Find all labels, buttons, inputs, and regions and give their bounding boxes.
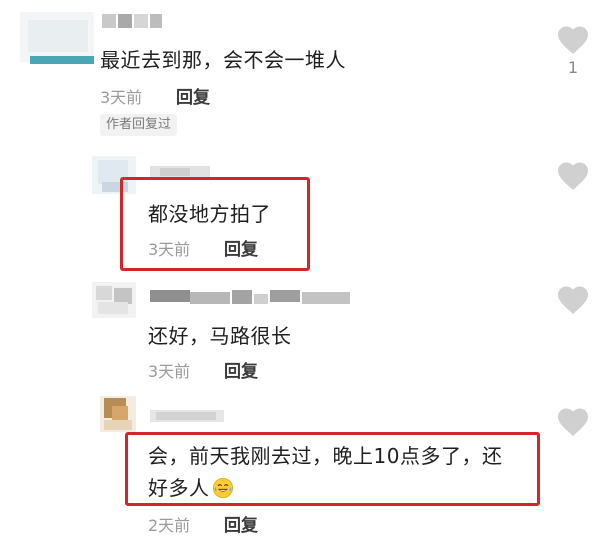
heart-icon[interactable] <box>555 404 591 440</box>
username[interactable] <box>102 14 162 30</box>
reply-username[interactable] <box>150 290 350 306</box>
heart-icon[interactable] <box>555 282 591 318</box>
highlight-box <box>125 432 540 506</box>
comment-time: 3天前 <box>148 362 191 381</box>
like-count: 1 <box>567 58 579 77</box>
heart-icon[interactable] <box>555 158 591 194</box>
reply-avatar[interactable] <box>92 282 136 318</box>
comment-time: 3天前 <box>100 88 143 107</box>
highlight-box <box>120 177 310 271</box>
heart-icon[interactable] <box>555 22 591 58</box>
comment-text: 最近去到那，会不会一堆人 <box>100 48 346 72</box>
comment-text: 还好，马路很长 <box>148 324 292 348</box>
avatar[interactable] <box>20 12 94 64</box>
author-replied-badge: 作者回复过 <box>100 114 178 136</box>
reply-button[interactable]: 回复 <box>224 511 258 536</box>
reply-avatar[interactable] <box>100 396 136 432</box>
comment-time: 2天前 <box>148 516 191 535</box>
reply-username[interactable] <box>150 410 224 424</box>
reply-button[interactable]: 回复 <box>224 357 258 382</box>
reply-button[interactable]: 回复 <box>176 83 210 108</box>
